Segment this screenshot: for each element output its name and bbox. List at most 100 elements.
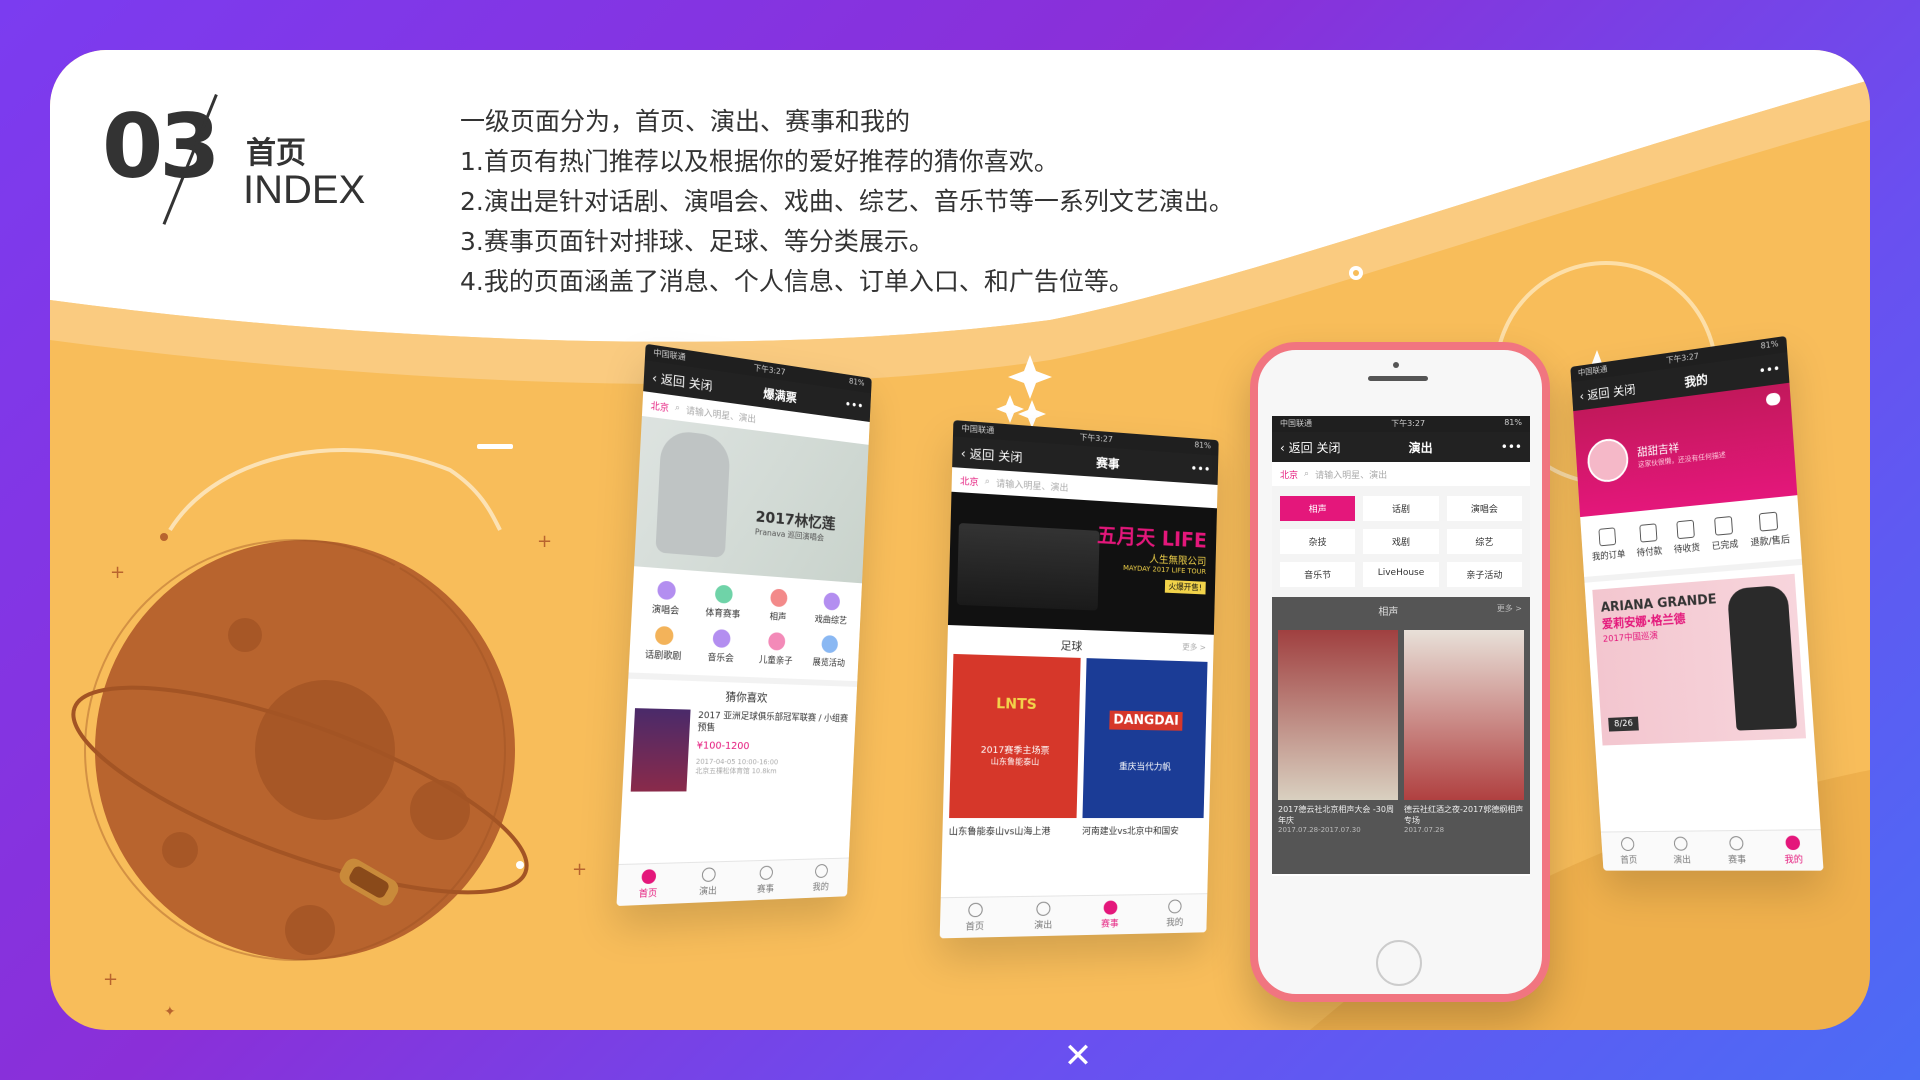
order-entry-pending-pay[interactable]: 待付款 <box>1635 523 1663 559</box>
category-music[interactable]: 音乐会 <box>694 628 748 665</box>
search-input[interactable]: 请输入明星、演出 <box>686 403 756 425</box>
tab-events[interactable]: 赛事 <box>1101 900 1119 930</box>
category-concert[interactable]: 演唱会 <box>638 579 694 617</box>
city-selector[interactable]: 北京 <box>960 473 979 487</box>
tab-label: 演出 <box>698 886 717 898</box>
search-input[interactable]: 请输入明星、演出 <box>1315 468 1387 481</box>
guess-item[interactable]: 2017 亚洲足球俱乐部冠军联赛 / 小组赛预售 ¥100-1200 2017-… <box>622 708 855 792</box>
tab-home[interactable]: 首页 <box>1619 837 1638 866</box>
section-title-en: INDEX <box>243 168 366 212</box>
more-link[interactable]: 更多 > <box>1182 641 1206 657</box>
category-label: 戏曲综艺 <box>814 614 848 627</box>
home-button[interactable] <box>1376 940 1422 986</box>
back-button[interactable]: ‹ 返回 关闭 <box>961 444 1023 466</box>
tab-mine[interactable]: 我的 <box>1166 899 1184 928</box>
trophy-icon <box>759 865 774 881</box>
phone-screen-mine: 中国联通 下午3:27 81% ‹ 返回 关闭 我的 ••• 甜甜吉祥 这家伙很… <box>1570 335 1824 871</box>
more-icon[interactable]: ••• <box>844 397 863 413</box>
tab-shows[interactable]: 演出 <box>1672 836 1692 866</box>
category-drama[interactable]: 话剧歌剧 <box>635 625 691 663</box>
phone-camera <box>1393 362 1399 368</box>
order-entry-all[interactable]: 我的订单 <box>1590 526 1626 563</box>
category-kids[interactable]: 儿童亲子 <box>750 631 802 667</box>
back-button[interactable]: ‹ 返回 关闭 <box>1579 380 1636 404</box>
tab-home[interactable]: 首页 <box>638 869 658 900</box>
show-card[interactable]: 德云社红酒之夜-2017郭德纲相声专场 2017.07.28 <box>1404 630 1524 868</box>
genre-chip[interactable]: 综艺 <box>1446 529 1522 554</box>
check-icon <box>1714 515 1734 536</box>
genre-chip[interactable]: 戏剧 <box>1363 529 1439 554</box>
close-icon[interactable]: ✕ <box>1062 1039 1094 1073</box>
mic-icon <box>701 867 716 883</box>
user-icon <box>1784 835 1801 851</box>
order-entry-pending-receive[interactable]: 待收货 <box>1672 519 1700 555</box>
tab-shows[interactable]: 演出 <box>699 867 718 897</box>
genre-chip[interactable]: 相声 <box>1280 496 1356 521</box>
genre-chip[interactable]: 杂技 <box>1280 529 1356 554</box>
show-card-date: 2017.07.28 <box>1404 826 1445 834</box>
genre-chip[interactable]: 亲子活动 <box>1446 562 1522 587</box>
city-selector[interactable]: 北京 <box>1280 468 1298 481</box>
message-icon[interactable] <box>1765 392 1781 407</box>
user-icon <box>814 863 829 879</box>
banner[interactable]: 五月天 LIFE 人生無限公司 MAYDAY 2017 LIFE TOUR 火爆… <box>947 491 1217 635</box>
genre-chip[interactable]: LiveHouse <box>1363 562 1439 587</box>
trophy-icon <box>1728 836 1744 851</box>
event-card-poster: DANGDAI 重庆当代力帆 <box>1082 658 1208 819</box>
nav-bar: ‹ 返回 关闭 演出 ••• <box>1272 432 1530 462</box>
more-icon[interactable]: ••• <box>1190 462 1210 477</box>
category-sports[interactable]: 体育赛事 <box>696 583 750 621</box>
team-logo-text: DANGDAI <box>1109 710 1183 731</box>
category-label: 儿童亲子 <box>758 655 793 667</box>
more-link[interactable]: 更多 > <box>1497 603 1522 618</box>
order-entry-label: 已完成 <box>1711 539 1739 553</box>
back-label: 返回 <box>1288 440 1313 455</box>
mic-icon <box>1036 901 1051 916</box>
svg-text:+: + <box>537 531 552 552</box>
search-input[interactable]: 请输入明星、演出 <box>996 476 1069 494</box>
phone-device: 中国联通 下午3:27 81% ‹ 返回 关闭 演出 ••• 北京 ⌕ 请输入明… <box>1250 342 1550 1002</box>
category-crosstalk[interactable]: 相声 <box>752 587 804 624</box>
banner[interactable]: 2017林忆莲 Pranava 巡回演唱会 <box>634 415 869 584</box>
tab-mine[interactable]: 我的 <box>1783 835 1803 866</box>
poster-team: 重庆当代力帆 <box>1118 762 1171 773</box>
guess-item-place: 北京五棵松体育馆 10.8km <box>695 766 777 776</box>
category-label: 相声 <box>769 612 787 624</box>
show-card[interactable]: 2017德云社北京相声大会 -30周年庆 2017.07.28-2017.07.… <box>1278 630 1398 868</box>
crown-icon <box>654 625 674 646</box>
team-logo-text: LNTS <box>995 695 1038 714</box>
tab-shows[interactable]: 演出 <box>1034 901 1053 931</box>
event-card[interactable]: DANGDAI 重庆当代力帆 河南建业vs北京中和国安 <box>1082 658 1208 837</box>
show-card-poster <box>1278 630 1398 800</box>
section-title-cn: 首页 <box>246 136 306 171</box>
show-card-date: 2017.07.28-2017.07.30 <box>1278 826 1361 834</box>
ad-banner[interactable]: ARIANA GRANDE 爱莉安娜·格兰德 2017中国巡演 8/26 <box>1592 573 1807 746</box>
back-button[interactable]: ‹ 返回 关闭 <box>1280 439 1340 456</box>
genre-chip[interactable]: 演唱会 <box>1446 496 1522 521</box>
category-opera[interactable]: 戏曲综艺 <box>806 591 856 627</box>
category-exhibition[interactable]: 展览活动 <box>804 634 854 669</box>
city-selector[interactable]: 北京 <box>650 398 669 414</box>
phone-screen-shows: 中国联通 下午3:27 81% ‹ 返回 关闭 演出 ••• 北京 ⌕ 请输入明… <box>1272 416 1530 876</box>
genre-chip[interactable]: 音乐节 <box>1280 562 1356 587</box>
tab-home[interactable]: 首页 <box>965 902 985 933</box>
event-card[interactable]: LNTS 2017赛季主场票 山东鲁能泰山 山东鲁能泰山vs山海上港 <box>949 653 1081 838</box>
back-button[interactable]: ‹ 返回 关闭 <box>652 368 713 394</box>
genre-chip[interactable]: 话剧 <box>1363 496 1439 521</box>
guess-item-title: 2017 亚洲足球俱乐部冠军联赛 / 小组赛预售 <box>697 710 849 734</box>
tab-events[interactable]: 赛事 <box>757 865 775 895</box>
avatar[interactable] <box>1586 436 1630 485</box>
phone-screen-events: 中国联通 下午3:27 81% ‹ 返回 关闭 赛事 ••• 北京 ⌕ 请输入明… <box>939 420 1219 939</box>
tab-events[interactable]: 赛事 <box>1727 836 1746 866</box>
tab-label: 演出 <box>1673 855 1692 866</box>
violin-icon <box>712 628 731 649</box>
order-entry-refund[interactable]: 退款/售后 <box>1749 511 1790 549</box>
tab-label: 首页 <box>965 922 985 933</box>
tab-mine[interactable]: 我的 <box>812 863 830 893</box>
more-icon[interactable]: ••• <box>1501 440 1522 454</box>
guess-item-poster <box>630 708 691 792</box>
category-label: 话剧歌剧 <box>644 650 682 663</box>
more-icon[interactable]: ••• <box>1758 361 1780 378</box>
order-entry-done[interactable]: 已完成 <box>1710 515 1739 553</box>
order-entry-label: 待收货 <box>1673 543 1701 556</box>
